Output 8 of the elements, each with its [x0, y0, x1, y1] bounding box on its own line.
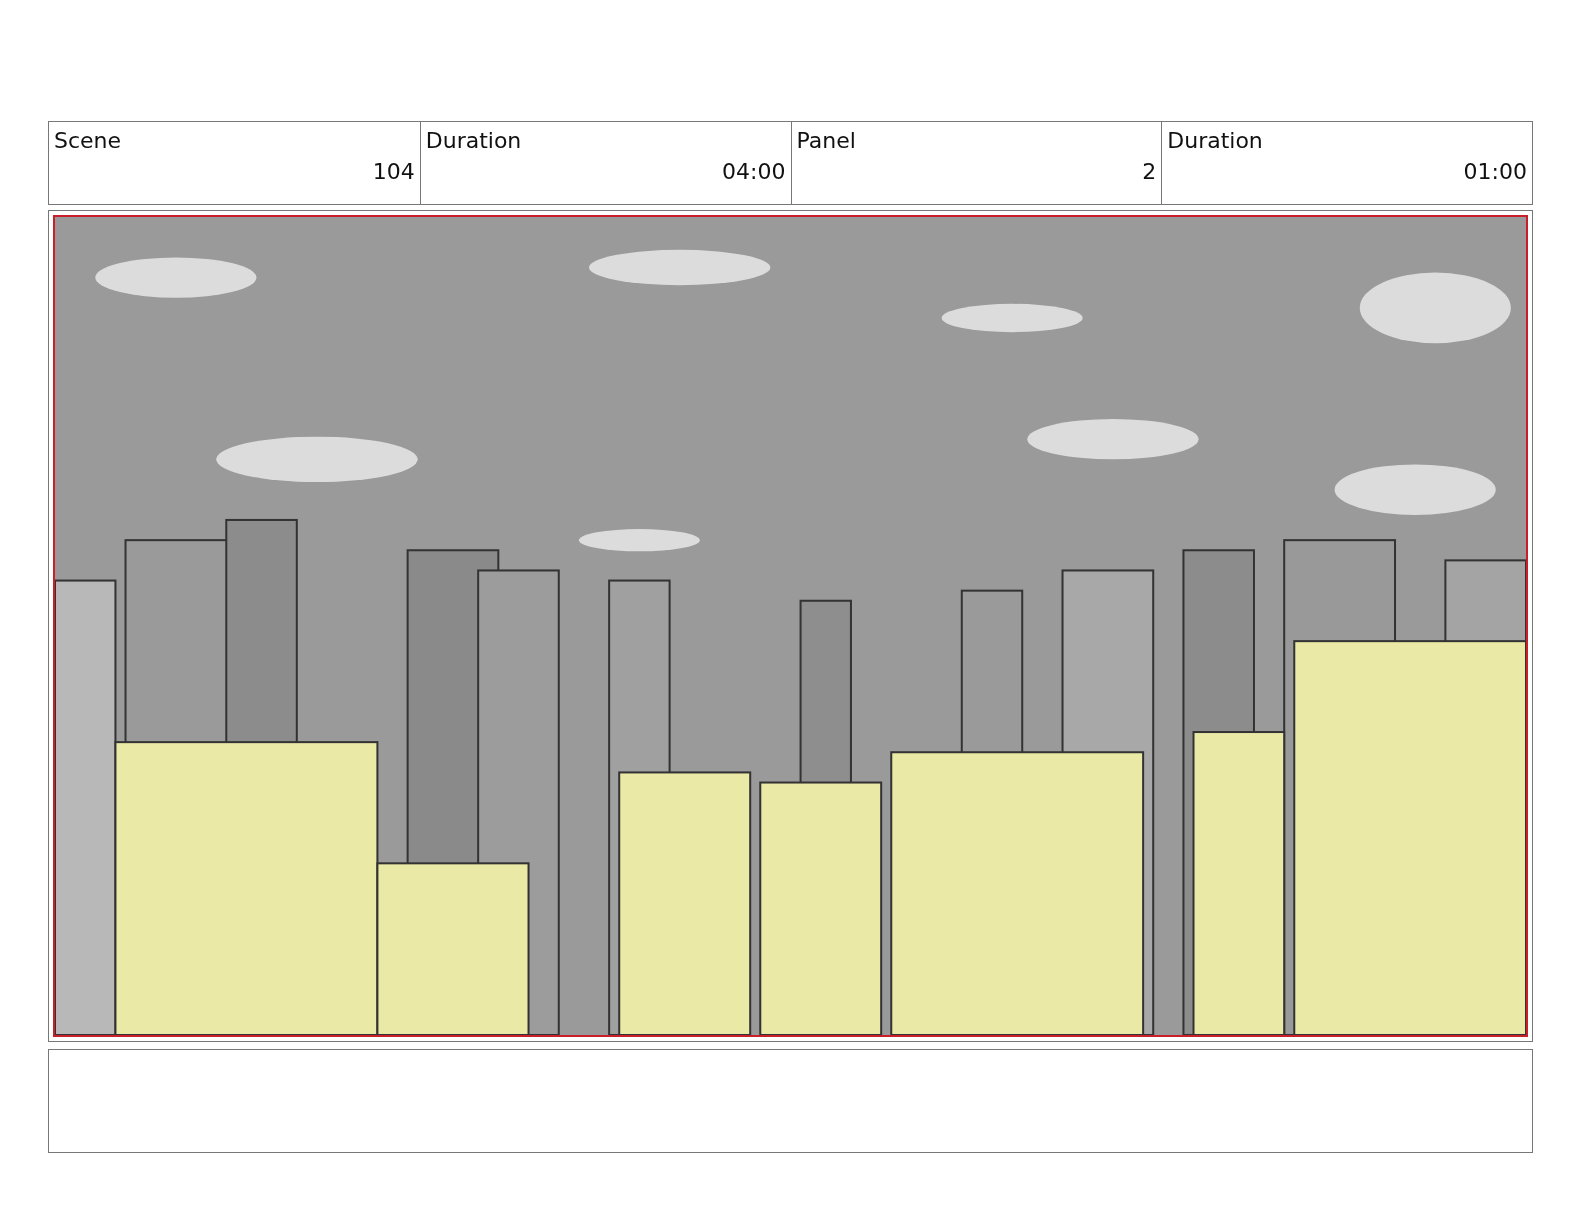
field-value: 01:00: [1462, 159, 1527, 184]
field-label: Scene: [54, 128, 123, 153]
field-label: Panel: [796, 128, 857, 153]
field-value: 104: [371, 159, 415, 184]
field-label: Duration: [1167, 128, 1264, 153]
field-label: Duration: [425, 128, 523, 153]
field-value: 04:00: [721, 159, 786, 184]
field-value: 2: [1141, 159, 1157, 184]
